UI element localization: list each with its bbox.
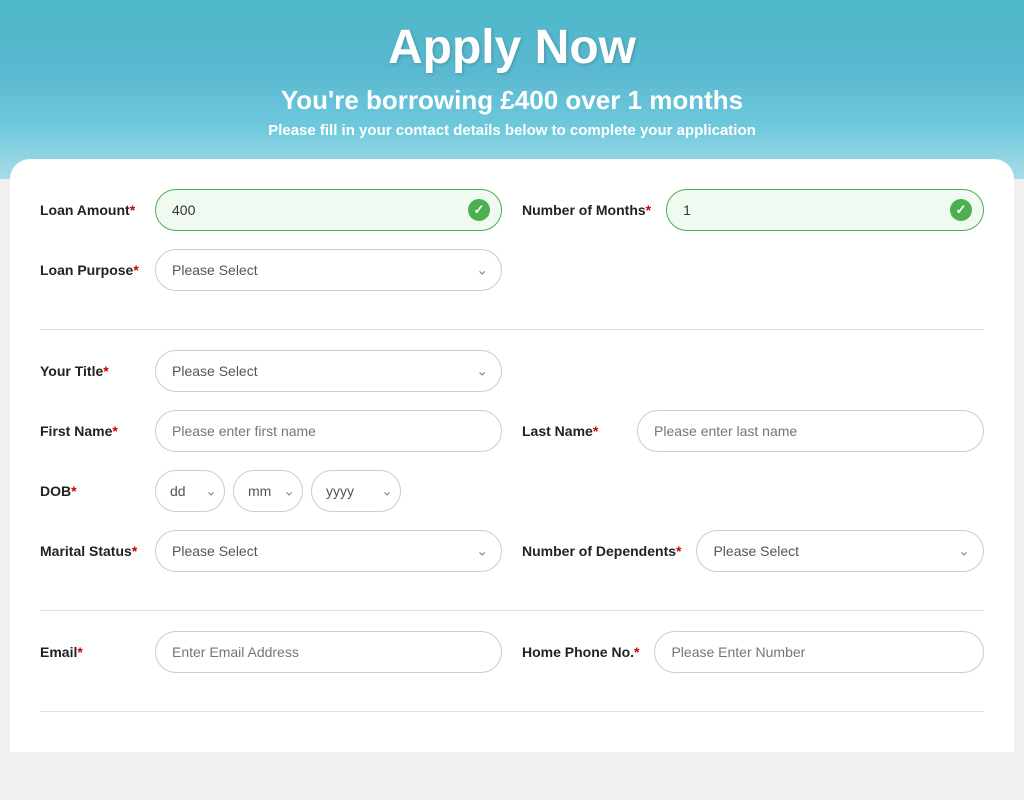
marital-row: Marital Status* Please Select Single Mar… [40, 530, 984, 572]
name-row: First Name* Last Name* [40, 410, 984, 452]
number-of-dependents-select[interactable]: Please Select 0 1 2 3 4+ [696, 530, 984, 572]
loan-purpose-select-wrapper: Please Select ⌄ [155, 249, 502, 291]
dob-mm-select[interactable]: mm for(let i=1;i<=12;i++) document.write… [233, 470, 303, 512]
page-title: Apply Now [0, 20, 1024, 75]
loan-amount-input[interactable] [155, 189, 502, 231]
number-of-dependents-group: Number of Dependents* Please Select 0 1 … [522, 530, 984, 572]
personal-section: Your Title* Please Select Mr Mrs Miss Ms… [40, 350, 984, 611]
dob-dd-wrapper: dd for(let i=1;i<=31;i++) document.write… [155, 470, 225, 512]
dob-yyyy-wrapper: yyyy for(let y=2024;y>=1920;y--) documen… [311, 470, 401, 512]
dob-mm-wrapper: mm for(let i=1;i<=12;i++) document.write… [233, 470, 303, 512]
dob-dd-select[interactable]: dd for(let i=1;i<=31;i++) document.write… [155, 470, 225, 512]
dob-selects: dd for(let i=1;i<=31;i++) document.write… [155, 470, 502, 512]
dob-row: DOB* dd for(let i=1;i<=31;i++) document.… [40, 470, 984, 512]
loan-purpose-label: Loan Purpose* [40, 262, 140, 278]
loan-section: Loan Amount* ✓ Number of Months* ✓ [40, 189, 984, 330]
email-group: Email* [40, 631, 502, 673]
loan-amount-wrapper: ✓ [155, 189, 502, 231]
title-row: Your Title* Please Select Mr Mrs Miss Ms… [40, 350, 984, 392]
number-of-dependents-label: Number of Dependents* [522, 543, 681, 559]
dob-yyyy-select[interactable]: yyyy for(let y=2024;y>=1920;y--) documen… [311, 470, 401, 512]
header-description: Please fill in your contact details belo… [0, 122, 1024, 139]
number-of-dependents-select-wrapper: Please Select 0 1 2 3 4+ ⌄ [696, 530, 984, 572]
last-name-label: Last Name* [522, 423, 622, 439]
first-name-label: First Name* [40, 423, 140, 439]
form-container: Loan Amount* ✓ Number of Months* ✓ [10, 159, 1014, 752]
number-of-months-input[interactable] [666, 189, 984, 231]
your-title-group: Your Title* Please Select Mr Mrs Miss Ms… [40, 350, 502, 392]
loan-amounts-row: Loan Amount* ✓ Number of Months* ✓ [40, 189, 984, 231]
header: Apply Now You're borrowing £400 over 1 m… [0, 0, 1024, 179]
your-title-select-wrapper: Please Select Mr Mrs Miss Ms Dr ⌄ [155, 350, 502, 392]
home-phone-input[interactable] [654, 631, 984, 673]
dob-group: DOB* dd for(let i=1;i<=31;i++) document.… [40, 470, 502, 512]
loan-purpose-select[interactable]: Please Select [155, 249, 502, 291]
first-name-wrapper [155, 410, 502, 452]
number-of-months-wrapper: ✓ [666, 189, 984, 231]
first-name-group: First Name* [40, 410, 502, 452]
email-wrapper [155, 631, 502, 673]
number-of-months-label: Number of Months* [522, 202, 651, 218]
number-of-months-check-icon: ✓ [950, 199, 972, 221]
number-of-months-group: Number of Months* ✓ [522, 189, 984, 231]
first-name-input[interactable] [155, 410, 502, 452]
loan-purpose-row: Loan Purpose* Please Select ⌄ [40, 249, 984, 291]
home-phone-label: Home Phone No.* [522, 644, 639, 660]
marital-status-select-wrapper: Please Select Single Married Divorced Wi… [155, 530, 502, 572]
dob-label: DOB* [40, 483, 140, 499]
last-name-group: Last Name* [522, 410, 984, 452]
header-subtitle: You're borrowing £400 over 1 months [0, 85, 1024, 116]
loan-purpose-group: Loan Purpose* Please Select ⌄ [40, 249, 502, 291]
your-title-select[interactable]: Please Select Mr Mrs Miss Ms Dr [155, 350, 502, 392]
email-input[interactable] [155, 631, 502, 673]
home-phone-wrapper [654, 631, 984, 673]
last-name-wrapper [637, 410, 984, 452]
home-phone-group: Home Phone No.* [522, 631, 984, 673]
your-title-label: Your Title* [40, 363, 140, 379]
loan-amount-group: Loan Amount* ✓ [40, 189, 502, 231]
loan-amount-label: Loan Amount* [40, 202, 140, 218]
marital-status-group: Marital Status* Please Select Single Mar… [40, 530, 502, 572]
marital-status-label: Marital Status* [40, 543, 140, 559]
marital-status-select[interactable]: Please Select Single Married Divorced Wi… [155, 530, 502, 572]
loan-amount-check-icon: ✓ [468, 199, 490, 221]
contact-row: Email* Home Phone No.* [40, 631, 984, 673]
contact-section: Email* Home Phone No.* [40, 631, 984, 712]
email-label: Email* [40, 644, 140, 660]
last-name-input[interactable] [637, 410, 984, 452]
